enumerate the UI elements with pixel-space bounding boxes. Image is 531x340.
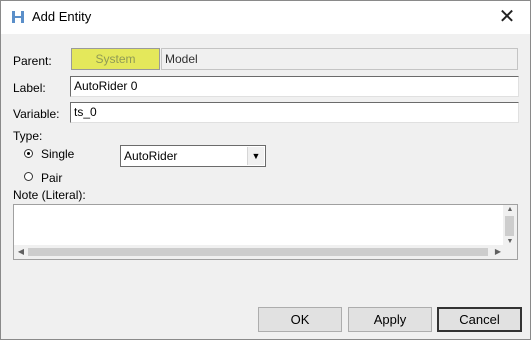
scroll-up-icon[interactable]: ▲ (503, 205, 517, 215)
entity-type-select[interactable]: AutoRider ▼ (120, 145, 266, 167)
variable-input[interactable]: ts_0 (70, 102, 519, 123)
variable-label: Variable: (13, 107, 60, 121)
parent-label: Parent: (13, 54, 52, 68)
window-title: Add Entity (32, 9, 92, 24)
cancel-button[interactable]: Cancel (437, 307, 522, 332)
chevron-down-icon[interactable]: ▼ (247, 147, 264, 165)
parent-model-field[interactable]: Model (161, 48, 518, 70)
horizontal-scroll-thumb[interactable] (28, 248, 488, 256)
apply-button[interactable]: Apply (348, 307, 432, 332)
close-icon: ✕ (498, 6, 516, 28)
close-button[interactable]: ✕ (484, 1, 530, 33)
scrollbar-corner (503, 245, 517, 259)
label-label: Label: (13, 81, 46, 95)
vertical-scroll-thumb[interactable] (505, 216, 514, 236)
note-vertical-scrollbar[interactable]: ▲ ▼ (503, 205, 517, 247)
ok-button[interactable]: OK (258, 307, 342, 332)
label-input[interactable]: AutoRider 0 (70, 76, 519, 97)
note-textarea[interactable]: ▲ ▼ ◀ ▶ (13, 204, 518, 260)
parent-system-button[interactable]: System (71, 48, 160, 70)
type-single-radio[interactable] (24, 149, 33, 158)
entity-type-value: AutoRider (124, 149, 178, 163)
app-logo-icon (12, 11, 24, 23)
type-label: Type: (13, 129, 43, 143)
note-label: Note (Literal): (13, 188, 86, 202)
type-pair-radio[interactable] (24, 172, 33, 181)
type-single-label: Single (41, 147, 75, 161)
add-entity-dialog: Add Entity ✕ Parent: System Model Label:… (0, 0, 531, 340)
scroll-left-icon[interactable]: ◀ (14, 245, 28, 259)
type-pair-label: Pair (41, 171, 63, 185)
note-horizontal-scrollbar[interactable]: ◀ ▶ (14, 245, 505, 259)
title-bar: Add Entity ✕ (1, 1, 530, 34)
